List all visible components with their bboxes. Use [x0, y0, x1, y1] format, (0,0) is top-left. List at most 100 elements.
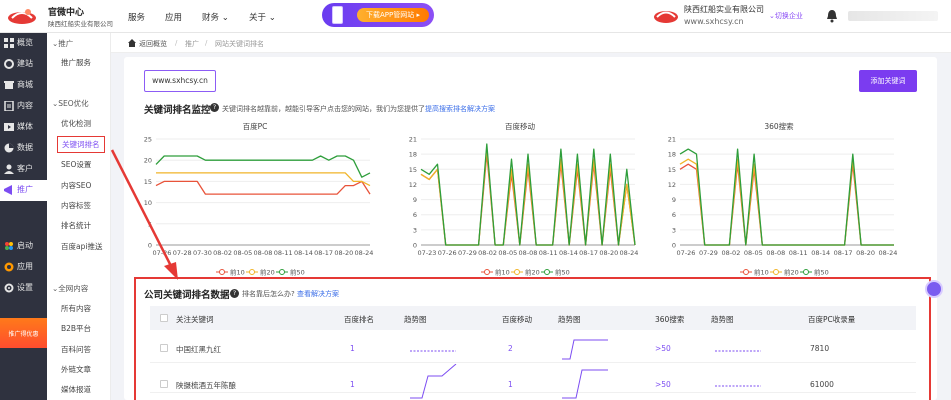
rail-item-build[interactable]: 建站 [0, 54, 47, 75]
row-keyword[interactable]: 陕摄梳酒五年陈酿 [176, 380, 236, 391]
help-icon: ? [230, 289, 239, 298]
submenu-item-media-reports[interactable]: 媒体报道 [61, 384, 91, 395]
x-tick-label: 08-17 [579, 249, 598, 257]
legend-marker [773, 269, 779, 275]
chart-title: 百度移动 [505, 122, 535, 131]
rail-item-label: 媒体 [17, 122, 33, 131]
x-tick-label: 08-02 [478, 249, 497, 257]
submenu-item-all-content[interactable]: 所有内容 [61, 303, 91, 314]
x-tick-label: 08-14 [559, 249, 578, 257]
rail-item-data[interactable]: 数据 [0, 138, 47, 159]
nav-apps[interactable]: 应用 [165, 11, 182, 23]
x-tick-label: 08-05 [744, 249, 763, 257]
rail-item-label: 概览 [17, 38, 33, 47]
submenu-group-network-content[interactable]: ⌄全网内容 [52, 283, 88, 294]
rail-item-launch[interactable]: 启动 [0, 236, 47, 257]
x-tick-label: 08-11 [539, 249, 558, 257]
site-selector[interactable]: www.sxhcsy.cn [144, 70, 216, 92]
submenu-item-backlinks[interactable]: 外链文章 [61, 364, 91, 375]
rail-item-shop[interactable]: 商城 [0, 75, 47, 96]
table-row: 陕摄梳酒五年陈酿 1 1 >50 61000 [150, 364, 916, 399]
rail-item-promote[interactable]: 推广 [0, 180, 47, 201]
nav-finance[interactable]: 财务 ⌄ [202, 11, 229, 23]
rail-item-media[interactable]: 媒体 [0, 117, 47, 138]
rail-item-customer[interactable]: 客户 [0, 159, 47, 180]
monitor-hint-link[interactable]: 提高搜索排名解决方案 [425, 105, 495, 113]
rail-item-apps[interactable]: 应用 [0, 257, 47, 278]
launch-icon [5, 242, 13, 250]
bell-icon[interactable] [826, 9, 838, 23]
table-header: 关注关键词 百度排名 趋势图 百度移动 趋势图 360搜索 趋势图 百度PC收录… [150, 306, 916, 330]
row-indexed: 61000 [810, 380, 834, 389]
submenu-item-qa[interactable]: 百科问答 [61, 344, 91, 355]
phone-icon [332, 6, 343, 24]
submenu-item-keyword-rank[interactable]: 关键词排名 [57, 136, 105, 153]
submenu-group-promote[interactable]: ⌄推广 [52, 38, 73, 49]
submenu-item-baidu-push[interactable]: 百度api推送 [61, 241, 102, 252]
row-keyword[interactable]: 中国红黑九红 [176, 344, 221, 355]
rail-item-settings[interactable]: 设置 [0, 278, 47, 299]
y-tick-label: 21 [409, 136, 417, 144]
y-tick-label: 15 [144, 178, 152, 186]
monitor-hint-text: 关键词排名越靠前，越能引导客户点击您的网站，我们为您提供了 [222, 105, 425, 113]
submenu-group-seo[interactable]: ⌄SEO优化 [52, 98, 89, 109]
main-sidebar: 概览 建站 商城 内容 媒体 数据 客户 推广 启动 应用 设置 推广得优惠 [0, 33, 47, 400]
select-all-checkbox[interactable] [160, 314, 168, 322]
breadcrumb-level2: 网站关键词排名 [215, 40, 264, 48]
nav-about[interactable]: 关于 ⌄ [249, 11, 276, 23]
breadcrumb-back[interactable]: 返回概览 [139, 39, 167, 49]
row-mobile-rank: 2 [508, 344, 513, 353]
promo-discount-banner[interactable]: 推广得优惠 [0, 318, 47, 348]
promo-discount-label: 推广得优惠 [8, 331, 39, 338]
x-tick-label: 08-20 [856, 249, 875, 257]
submenu-item-seo-settings[interactable]: SEO设置 [61, 159, 91, 170]
y-tick-label: 12 [668, 181, 676, 189]
x-tick-label: 08-24 [620, 249, 639, 257]
assistant-bot-icon[interactable] [925, 280, 943, 298]
legend-marker [514, 269, 520, 275]
download-app-banner[interactable]: 下载APP管网站 ▸ [322, 3, 434, 27]
submenu-item-promote-service[interactable]: 推广服务 [61, 57, 91, 68]
submenu-item-content-seo[interactable]: 内容SEO [61, 180, 91, 191]
rail-item-label: 客户 [17, 164, 33, 173]
y-tick-label: 9 [672, 196, 676, 204]
rank-hint-link[interactable]: 查看解决方案 [297, 290, 339, 298]
breadcrumb-level1[interactable]: 推广 [185, 39, 199, 49]
x-tick-label: 08-14 [811, 249, 830, 257]
submenu-item-rank-stats[interactable]: 排名统计 [61, 220, 91, 231]
switch-company-button[interactable]: ⌄切换企业 [769, 11, 803, 21]
submenu-item-b2b[interactable]: B2B平台 [61, 323, 91, 334]
y-tick-label: 0 [413, 242, 417, 250]
legend-label: 前10 [495, 268, 510, 277]
nav-service[interactable]: 服务 [128, 11, 145, 23]
y-tick-label: 18 [409, 151, 417, 159]
user-icon [4, 164, 14, 174]
row-baidu-rank: 1 [350, 344, 355, 353]
x-tick-label: 07-26 [677, 249, 696, 257]
y-tick-label: 6 [413, 211, 417, 219]
legend-marker [249, 269, 255, 275]
user-account[interactable] [848, 11, 938, 21]
row-checkbox[interactable] [160, 380, 168, 388]
row-checkbox[interactable] [160, 344, 168, 352]
col-baidu-rank: 百度排名 [344, 315, 374, 324]
rail-item-label: 内容 [17, 101, 33, 110]
add-keyword-button[interactable]: 添加关键词 [859, 70, 917, 92]
chart-baidu-mobile: 百度移动 0 3 6 9 12 15 18 21 07-23 07-26 07-29 08-02 08-… [399, 121, 641, 277]
chart-360-svg: 0 3 6 9 12 15 18 21 07-26 07-29 08-02 08-05 08-08 08-… [668, 136, 898, 277]
chart-360: 360搜索 0 3 6 9 12 15 18 21 07-26 07-29 08-02 08-05 08… [658, 121, 900, 277]
x-tick-label: 08-24 [879, 249, 898, 257]
x-tick-label: 07-28 [173, 249, 192, 257]
x-tick-label: 07-26 [438, 249, 457, 257]
series-line [156, 172, 371, 187]
row-indexed: 7810 [810, 344, 830, 353]
submenu-item-content-tags[interactable]: 内容标签 [61, 200, 91, 211]
rail-item-overview[interactable]: 概览 [0, 33, 47, 54]
rail-item-content[interactable]: 内容 [0, 96, 47, 117]
chart-baidu-pc: 百度PC 0 5 10 15 20 25 07-26 07-28 07-30 08-02 08-05… [134, 121, 376, 277]
submenu-item-seo-check[interactable]: 优化检测 [61, 118, 91, 129]
rail-item-label: 应用 [17, 262, 33, 271]
y-tick-label: 10 [144, 199, 152, 207]
legend-marker [544, 269, 550, 275]
row-mobile-rank: 1 [508, 380, 513, 389]
